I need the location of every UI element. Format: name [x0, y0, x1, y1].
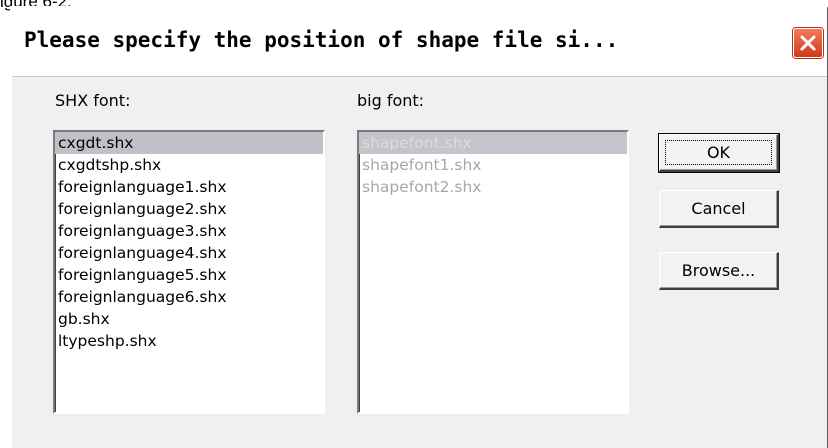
cancel-button-label: Cancel — [691, 199, 746, 218]
big-font-item[interactable]: shapefont1.shx — [359, 154, 627, 176]
browse-button-label: Browse... — [681, 261, 756, 280]
shx-font-item[interactable]: foreignlanguage4.shx — [55, 242, 323, 264]
big-font-item[interactable]: shapefont.shx — [359, 132, 627, 154]
shx-font-item[interactable]: foreignlanguage1.shx — [55, 176, 323, 198]
shx-font-item[interactable]: ltypeshp.shx — [55, 330, 323, 352]
ok-button[interactable]: OK — [658, 133, 780, 173]
cancel-button[interactable]: Cancel — [659, 190, 779, 228]
dialog-body: SHX font: cxgdt.shx cxgdtshp.shx foreignla… — [12, 76, 827, 448]
shape-file-dialog: Please specify the position of shape fil… — [10, 6, 828, 448]
focus-rectangle — [665, 140, 772, 165]
browse-button[interactable]: Browse... — [659, 252, 779, 290]
big-font-item[interactable]: shapefont2.shx — [359, 176, 627, 198]
shx-font-item[interactable]: foreignlanguage6.shx — [55, 286, 323, 308]
shx-font-list[interactable]: cxgdt.shx cxgdtshp.shx foreignlanguage1.sh… — [53, 130, 325, 414]
dialog-title: Please specify the position of shape fil… — [24, 28, 619, 52]
shx-font-item[interactable]: foreignlanguage5.shx — [55, 264, 323, 286]
shx-font-item[interactable]: cxgdtshp.shx — [55, 154, 323, 176]
shx-font-item[interactable]: foreignlanguage2.shx — [55, 198, 323, 220]
shx-font-label: SHX font: — [55, 91, 131, 110]
title-bar[interactable]: Please specify the position of shape fil… — [12, 8, 827, 76]
close-x-icon — [799, 34, 817, 52]
shx-font-item[interactable]: cxgdt.shx — [55, 132, 323, 154]
big-font-list[interactable]: shapefont.shx shapefont1.shx shapefont2.sh… — [357, 130, 629, 414]
big-font-label: big font: — [357, 91, 425, 110]
shx-font-item[interactable]: gb.shx — [55, 308, 323, 330]
close-button[interactable] — [793, 28, 823, 58]
shx-font-item[interactable]: foreignlanguage3.shx — [55, 220, 323, 242]
